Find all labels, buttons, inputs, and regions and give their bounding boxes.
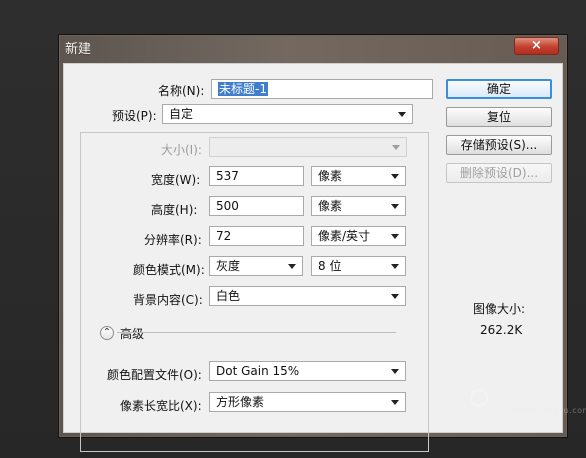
reset-button[interactable]: 复位 <box>446 107 552 127</box>
watermark: 搜狗指南 zhinan.sogou.com <box>470 386 586 426</box>
height-unit-value: 像素 <box>318 199 343 213</box>
height-input[interactable]: 500 <box>209 196 304 216</box>
name-label: 名称(N): <box>158 84 205 98</box>
advanced-toggle[interactable]: ⌃ <box>100 326 114 340</box>
color-profile-value: Dot Gain 15% <box>216 364 300 378</box>
size-label: 大小(I): <box>161 143 202 157</box>
color-mode-dropdown-icon <box>288 264 296 269</box>
advanced-divider <box>117 332 396 333</box>
preset-label: 预设(P): <box>112 109 157 123</box>
height-unit-dropdown-icon <box>391 204 399 209</box>
dialog-content: 名称(N): 未标题-1 预设(P): 自定 大小(I): 宽度(W): 537… <box>63 63 563 452</box>
close-icon: × <box>531 38 542 53</box>
resolution-input-value: 72 <box>216 229 232 243</box>
height-label: 高度(H): <box>151 203 198 217</box>
width-label: 宽度(W): <box>151 173 201 187</box>
color-profile-select[interactable]: Dot Gain 15% <box>209 361 406 381</box>
watermark-subtext: zhinan.sogou.com <box>510 406 586 415</box>
pixel-aspect-select[interactable]: 方形像素 <box>209 392 406 412</box>
preset-select[interactable]: 自定 <box>162 104 413 124</box>
name-input-selected-text: 未标题-1 <box>218 82 268 96</box>
height-unit-select[interactable]: 像素 <box>311 196 406 216</box>
dialog-title: 新建 <box>65 42 92 57</box>
preset-select-value: 自定 <box>169 107 194 121</box>
width-unit-dropdown-icon <box>391 174 399 179</box>
bit-depth-dropdown-icon <box>391 264 399 269</box>
resolution-unit-dropdown-icon <box>391 234 399 239</box>
background-label: 背景内容(C): <box>133 293 203 307</box>
color-mode-select[interactable]: 灰度 <box>209 256 303 276</box>
sogou-paw-icon <box>470 389 488 407</box>
save-preset-button[interactable]: 存储预设(S)... <box>446 135 552 155</box>
background-value: 白色 <box>216 289 241 303</box>
name-input[interactable]: 未标题-1 <box>211 79 433 99</box>
width-input[interactable]: 537 <box>209 166 304 186</box>
image-size-label: 图像大小: <box>473 302 526 316</box>
width-unit-value: 像素 <box>318 169 343 183</box>
new-document-dialog: 新建 × 名称(N): 未标题-1 预设(P): 自定 大小(I): 宽度(W)… <box>58 34 568 452</box>
dialog-titlebar: 新建 × <box>59 35 567 63</box>
width-unit-select[interactable]: 像素 <box>311 166 406 186</box>
watermark-text: 搜狗指南 <box>492 390 541 404</box>
size-select <box>209 137 407 157</box>
background-select[interactable]: 白色 <box>209 286 406 306</box>
resolution-input[interactable]: 72 <box>209 226 304 246</box>
background-dropdown-icon <box>391 294 399 299</box>
height-input-value: 500 <box>216 199 239 213</box>
pixel-aspect-label: 像素长宽比(X): <box>120 399 202 413</box>
delete-preset-button: 删除预设(D)... <box>446 163 552 183</box>
color-profile-dropdown-icon <box>391 369 399 374</box>
pixel-aspect-value: 方形像素 <box>216 395 265 409</box>
ok-button[interactable]: 确定 <box>446 79 552 99</box>
preset-dropdown-icon <box>398 112 406 117</box>
resolution-label: 分辨率(R): <box>144 233 202 247</box>
size-dropdown-icon <box>392 145 400 150</box>
bit-depth-value: 8 位 <box>318 259 342 273</box>
advanced-label: 高级 <box>120 327 145 341</box>
pixel-aspect-dropdown-icon <box>391 400 399 405</box>
resolution-unit-value: 像素/英寸 <box>318 229 371 243</box>
close-button[interactable]: × <box>514 37 559 55</box>
image-size-value: 262.2K <box>480 323 523 337</box>
color-profile-label: 颜色配置文件(O): <box>107 368 202 382</box>
color-mode-value: 灰度 <box>216 259 241 273</box>
color-mode-label: 颜色模式(M): <box>133 263 205 277</box>
bit-depth-select[interactable]: 8 位 <box>311 256 406 276</box>
desktop-background: 新建 × 名称(N): 未标题-1 预设(P): 自定 大小(I): 宽度(W)… <box>0 0 586 458</box>
double-chevron-up-icon: ⌃ <box>102 327 112 338</box>
resolution-unit-select[interactable]: 像素/英寸 <box>311 226 406 246</box>
width-input-value: 537 <box>216 169 239 183</box>
